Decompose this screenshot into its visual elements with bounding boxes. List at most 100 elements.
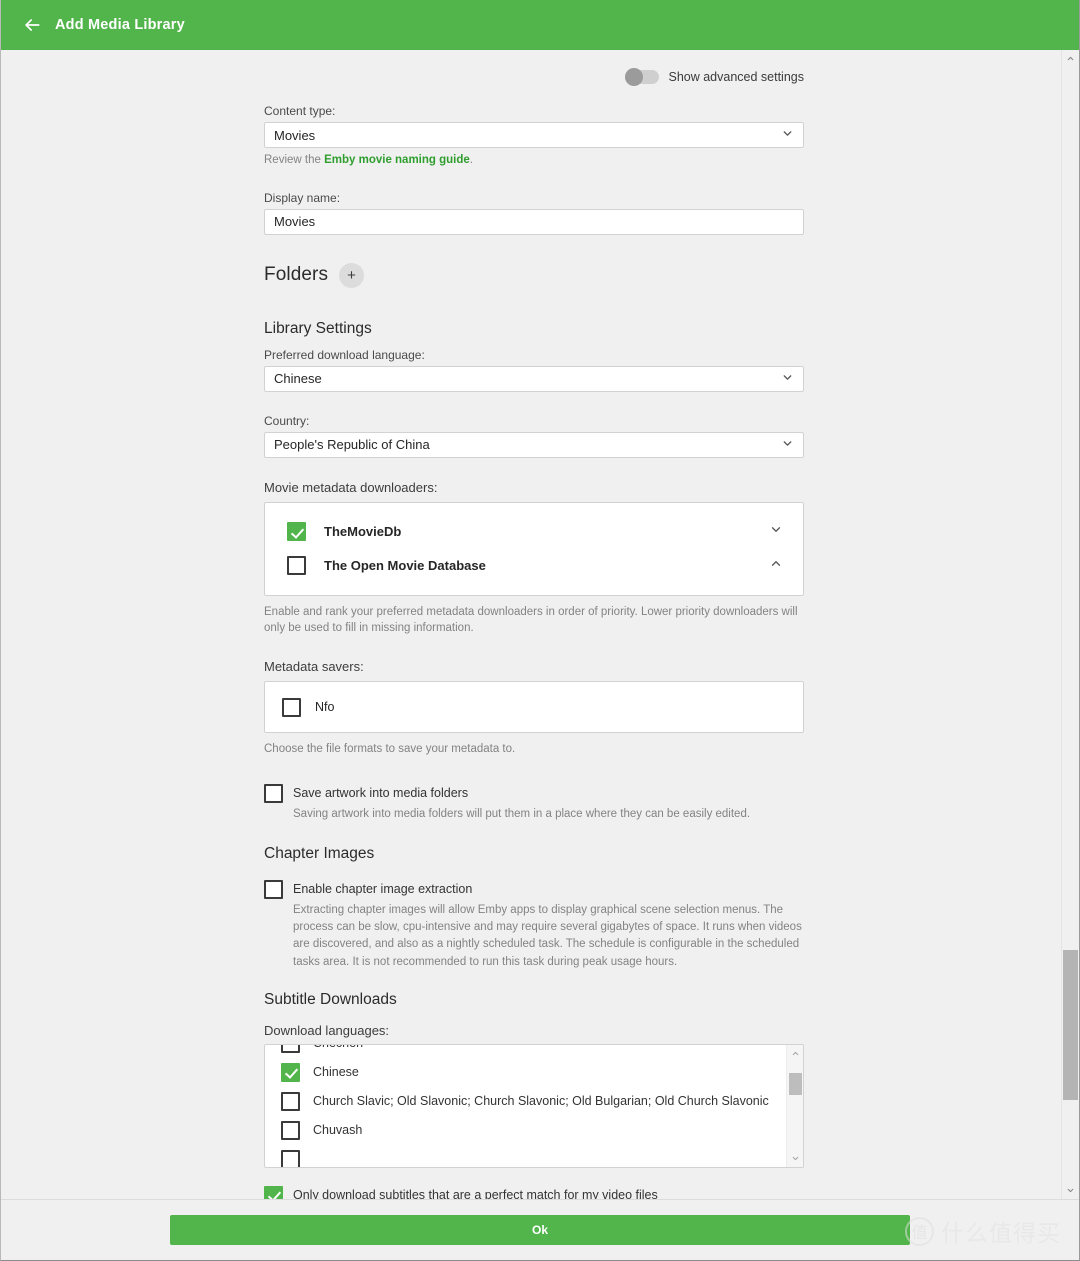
back-button[interactable] — [15, 8, 49, 42]
perfect-match-row[interactable]: Only download subtitles that are a perfe… — [264, 1185, 804, 1199]
content-type-value: Movies — [274, 127, 316, 143]
metadata-downloaders-field: Movie metadata downloaders: TheMovieDb T… — [264, 480, 804, 637]
chapter-images-field: Enable chapter image extraction Extracti… — [264, 879, 804, 971]
scroll-down-icon[interactable] — [787, 1151, 803, 1166]
language-row[interactable]: Chinese — [265, 1058, 786, 1087]
country-field: Country: People's Republic of China — [264, 414, 804, 458]
enable-chapter-extraction-label: Enable chapter image extraction — [293, 881, 473, 896]
scrollbar-thumb[interactable] — [1063, 950, 1078, 1100]
metadata-downloaders-label: Movie metadata downloaders: — [264, 479, 438, 495]
metadata-savers-field: Metadata savers: Nfo Choose the file for… — [264, 659, 804, 758]
scroll-up-icon[interactable] — [1062, 50, 1079, 67]
save-artwork-hint: Saving artwork into media folders will p… — [293, 807, 751, 820]
hint-prefix: Review the — [264, 154, 325, 166]
add-folder-button[interactable]: + — [339, 262, 365, 288]
content-type-hint: Review the Emby movie naming guide. — [264, 152, 804, 169]
content-type-select[interactable]: Movies — [264, 122, 804, 148]
language-row[interactable]: Chechen — [265, 1044, 786, 1058]
watermark-text: 什么值得买 — [941, 1220, 1061, 1246]
save-artwork-label: Save artwork into media folders — [293, 785, 469, 800]
chevron-down-icon — [781, 371, 794, 387]
download-languages-list[interactable]: Chechen Chinese Church Slavic; Old Slavo… — [264, 1043, 804, 1168]
display-name-field: Display name: Movies — [264, 191, 804, 235]
subtitle-downloads-heading: Subtitle Downloads — [264, 990, 397, 1008]
show-advanced-settings-toggle[interactable] — [625, 68, 660, 86]
language-label: Chechen — [313, 1045, 363, 1051]
plus-icon: + — [347, 266, 356, 284]
display-name-value: Movies — [274, 214, 316, 230]
enable-chapter-extraction-checkbox[interactable] — [264, 879, 283, 899]
metadata-saver-row[interactable]: Nfo — [265, 690, 803, 724]
language-list-scrollbar[interactable] — [786, 1044, 803, 1167]
toggle-knob — [625, 68, 644, 86]
enable-chapter-extraction-hint: Extracting chapter images will allow Emb… — [293, 903, 802, 968]
page-title: Add Media Library — [55, 17, 185, 33]
chapter-images-heading: Chapter Images — [264, 844, 375, 862]
ok-button[interactable]: Ok — [170, 1215, 910, 1245]
language-checkbox[interactable] — [281, 1120, 300, 1140]
chevron-down-icon — [781, 127, 794, 143]
add-media-library-window: Add Media Library Show advanced settings… — [0, 0, 1080, 1261]
country-label: Country: — [264, 413, 310, 428]
save-artwork-checkbox[interactable] — [264, 783, 283, 803]
save-artwork-row[interactable]: Save artwork into media folders — [264, 783, 804, 803]
metadata-savers-panel: Nfo — [264, 681, 804, 734]
metadata-downloader-label: TheMovieDb — [324, 524, 402, 540]
enable-chapter-extraction-row[interactable]: Enable chapter image extraction — [264, 879, 804, 899]
language-row[interactable]: Chuvash — [265, 1116, 786, 1145]
language-row[interactable] — [265, 1145, 786, 1167]
show-advanced-settings-row[interactable]: Show advanced settings — [264, 68, 804, 86]
arrow-left-icon — [22, 15, 42, 35]
preferred-language-field: Preferred download language: Chinese — [264, 348, 804, 392]
display-name-label: Display name: — [264, 190, 341, 205]
language-checkbox[interactable] — [281, 1062, 300, 1082]
metadata-downloaders-hint: Enable and rank your preferred metadata … — [264, 605, 798, 635]
metadata-downloader-row[interactable]: The Open Movie Database — [265, 549, 803, 583]
open-movie-database-checkbox[interactable] — [287, 556, 306, 576]
metadata-downloaders-panel: TheMovieDb The Open Movie Database — [264, 501, 804, 596]
preferred-language-value: Chinese — [274, 371, 322, 387]
language-checkbox[interactable] — [281, 1091, 300, 1111]
settings-scroll-area: Show advanced settings Content type: Mov… — [1, 50, 1079, 1199]
language-checkbox[interactable] — [281, 1044, 300, 1053]
perfect-match-field: Only download subtitles that are a perfe… — [264, 1185, 804, 1199]
display-name-input[interactable]: Movies — [264, 208, 804, 235]
metadata-savers-label: Metadata savers: — [264, 659, 364, 675]
chevron-up-icon[interactable] — [769, 556, 783, 575]
scroll-up-icon[interactable] — [787, 1046, 803, 1061]
show-advanced-settings-label: Show advanced settings — [668, 70, 804, 84]
themoviedb-checkbox[interactable] — [287, 522, 306, 542]
metadata-saver-label: Nfo — [315, 700, 335, 715]
folders-section: Folders + — [264, 262, 804, 288]
scrollbar-thumb[interactable] — [789, 1072, 802, 1095]
folders-heading: Folders — [264, 264, 329, 286]
chevron-down-icon[interactable] — [769, 522, 783, 541]
library-settings-heading: Library Settings — [264, 319, 372, 337]
content-type-label: Content type: — [264, 104, 336, 118]
settings-form: Show advanced settings Content type: Mov… — [264, 50, 804, 1199]
nfo-checkbox[interactable] — [282, 697, 301, 717]
metadata-downloader-row[interactable]: TheMovieDb — [265, 515, 803, 549]
perfect-match-label: Only download subtitles that are a perfe… — [293, 1187, 658, 1199]
scroll-down-icon[interactable] — [1062, 1182, 1079, 1199]
country-value: People's Republic of China — [274, 437, 430, 453]
language-row[interactable]: Church Slavic; Old Slavonic; Church Slav… — [265, 1087, 786, 1116]
language-label: Chinese — [313, 1065, 359, 1080]
watermark-logo: 值 — [905, 1216, 934, 1246]
watermark: 值 什么值得买 — [905, 1214, 1061, 1248]
download-languages-label: Download languages: — [264, 1022, 390, 1038]
country-select[interactable]: People's Republic of China — [264, 431, 804, 458]
language-checkbox[interactable] — [281, 1149, 300, 1167]
perfect-match-checkbox[interactable] — [264, 1185, 283, 1199]
chevron-down-icon — [781, 437, 794, 453]
metadata-downloader-label: The Open Movie Database — [324, 558, 486, 574]
save-artwork-field: Save artwork into media folders Saving a… — [264, 783, 804, 823]
language-label: Church Slavic; Old Slavonic; Church Slav… — [313, 1094, 769, 1109]
window-header: Add Media Library — [1, 0, 1079, 50]
hint-suffix: . — [469, 154, 473, 166]
content-type-field: Content type: Movies Review the Emby mov… — [264, 104, 804, 169]
naming-guide-link[interactable]: Emby movie naming guide — [324, 154, 470, 166]
preferred-language-label: Preferred download language: — [264, 347, 425, 362]
preferred-language-select[interactable]: Chinese — [264, 365, 804, 392]
page-scrollbar[interactable] — [1061, 50, 1078, 1199]
